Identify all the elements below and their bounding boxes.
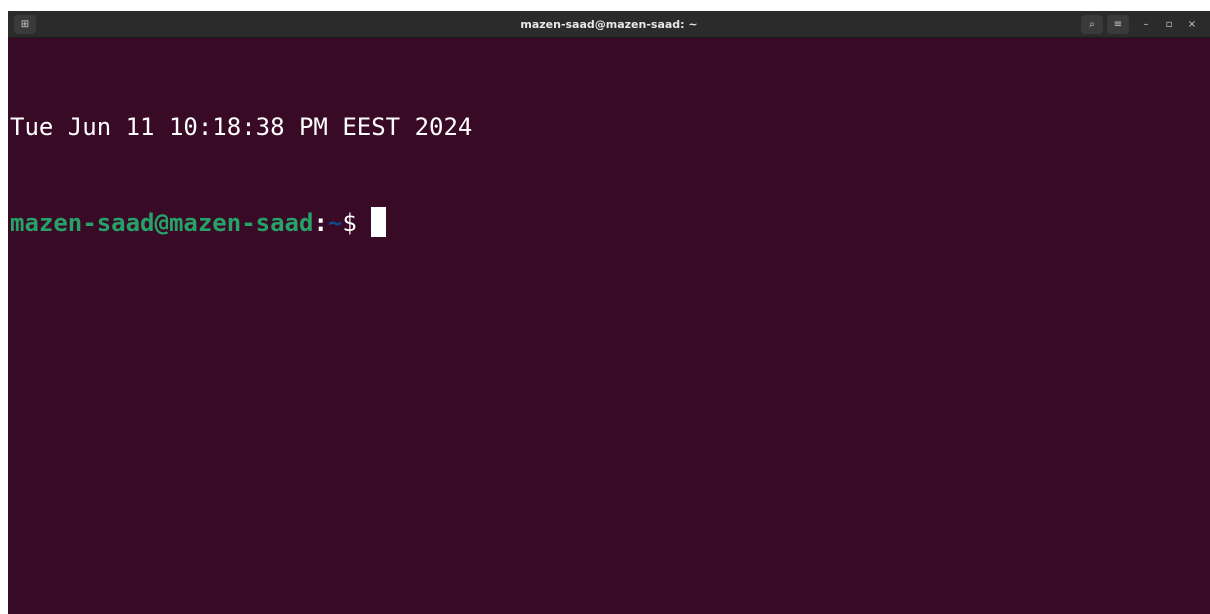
text-cursor: [371, 207, 387, 237]
search-button[interactable]: ⌕: [1081, 15, 1103, 34]
terminal-output[interactable]: Tue Jun 11 10:18:38 PM EEST 2024 mazen-s…: [10, 47, 1210, 614]
prompt-separator: :: [313, 209, 328, 237]
close-button[interactable]: ×: [1184, 15, 1200, 34]
search-icon: ⌕: [1089, 19, 1095, 30]
minimize-button[interactable]: –: [1138, 15, 1154, 34]
maximize-button[interactable]: ▫: [1161, 15, 1177, 34]
prompt-path: ~: [327, 209, 343, 237]
output-line: Tue Jun 11 10:18:38 PM EEST 2024: [10, 113, 473, 141]
prompt-symbol: $: [342, 209, 372, 237]
window-title: mazen-saad@mazen-saad: ~: [520, 18, 698, 31]
minimize-icon: –: [1143, 19, 1149, 30]
terminal-window: ⊞ mazen-saad@mazen-saad: ~ ⌕ ≡ – ▫ × Tue…: [8, 11, 1210, 614]
prompt-line[interactable]: mazen-saad@mazen-saad:~$: [10, 207, 1210, 239]
close-icon: ×: [1187, 19, 1197, 30]
prompt-user-host: mazen-saad@mazen-saad: [10, 209, 314, 237]
maximize-icon: ▫: [1165, 19, 1173, 30]
title-bar: ⊞ mazen-saad@mazen-saad: ~ ⌕ ≡ – ▫ ×: [8, 11, 1210, 38]
hamburger-menu-icon: ≡: [1113, 19, 1123, 30]
menu-button[interactable]: ≡: [1107, 15, 1129, 34]
